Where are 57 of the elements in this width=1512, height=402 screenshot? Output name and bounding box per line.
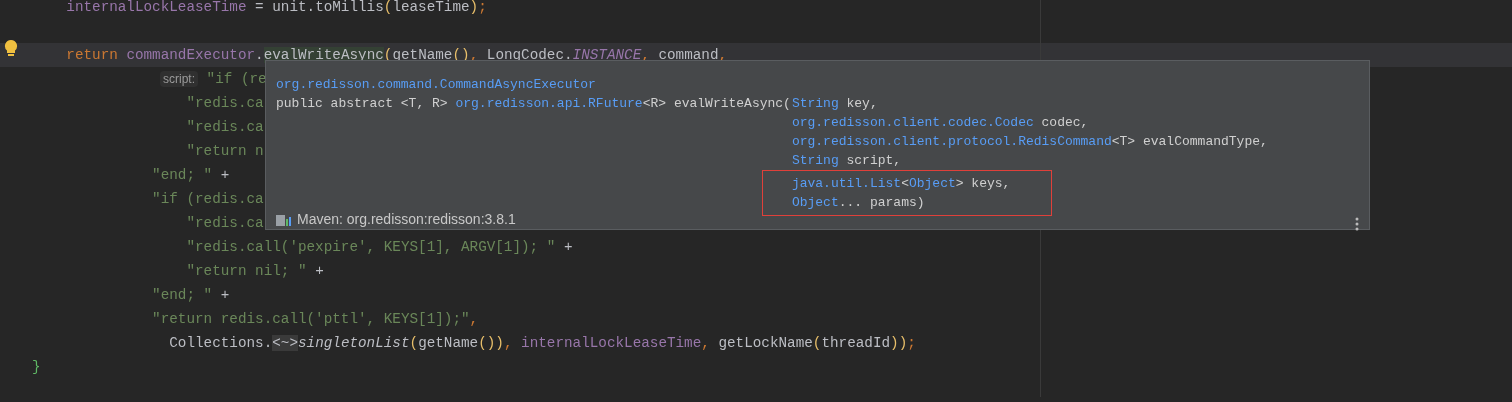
method-name: singletonList [298,335,410,351]
string-literal: "return redis.call('pttl', KEYS[1]);" [151,311,470,327]
folded-code: <~> [272,335,298,351]
code-text: . [255,47,264,63]
string-literal: "redis.ca [185,119,264,135]
string-literal: "end; " [151,167,213,183]
keyword: , [469,311,479,327]
field-name: commandExecutor [126,47,256,63]
string-literal: "if (re [205,71,267,87]
code-text: leaseTime [392,0,470,15]
parenthesis: ()) [478,335,504,351]
keyword: ; [907,335,916,351]
parameter-line: Object... params) [791,194,925,212]
string-literal: "redis.call('pexpire', KEYS[1], ARGV[1]); " [185,239,556,255]
library-icon [276,212,292,227]
lightbulb-icon[interactable] [4,39,18,57]
string-literal: "return n [185,143,264,159]
string-literal: "end; " [151,287,213,303]
class-name[interactable]: org.redisson.command.CommandAsyncExecutor [276,75,596,94]
parenthesis: ) [469,0,479,15]
parenthesis: ( [383,0,393,15]
parenthesis: ( [812,335,822,351]
code-text: + [219,167,230,183]
parameter-line: org.redisson.client.codec.Codec codec, [791,114,1089,132]
code-text: threadId [821,335,891,351]
keyword: ; [478,0,487,15]
code-text: getName [392,47,453,63]
string-literal: "if (redis.ca [151,191,264,207]
string-literal: "return nil; " [185,263,307,279]
parameter-line: org.redisson.client.protocol.RedisCommand<T> evalCommandType, [791,133,1268,151]
code-text: Collections. [168,335,273,351]
string-literal: "redis.ca [185,95,264,111]
parameter-line: String key, [791,95,878,113]
parameter-hint: script: [160,71,198,87]
string-literal: "redis.ca [185,215,264,231]
code-text: = unit.toMillis [254,0,384,15]
parameter-line: java.util.List<Object> keys, [791,175,1011,193]
code-text: getName [418,335,479,351]
keyword: , [503,335,514,351]
source-label: Maven: org.redisson:redisson:3.8.1 [297,210,516,229]
code-text: LongCodec. [486,47,573,63]
code-text: + [219,287,230,303]
method-signature: public abstract <T, R> org.redisson.api.RFuture<R> evalWriteAsync( [276,95,791,113]
keyword: , [701,335,711,351]
closing-brace: } [32,359,41,375]
field-name: internalLockLeaseTime [521,335,702,351]
keyword: return [65,47,119,63]
parameter-line: String script, [791,152,902,170]
static-field: INSTANCE [572,47,642,63]
code-text: + [562,239,573,255]
more-options-icon[interactable] [1355,217,1359,231]
code-text: command [658,47,719,63]
code-text: + [314,263,324,279]
parenthesis: ( [409,335,419,351]
parenthesis: )) [890,335,908,351]
field-name: internalLockLeaseTime [65,0,247,15]
code-text: getLockName [718,335,813,351]
